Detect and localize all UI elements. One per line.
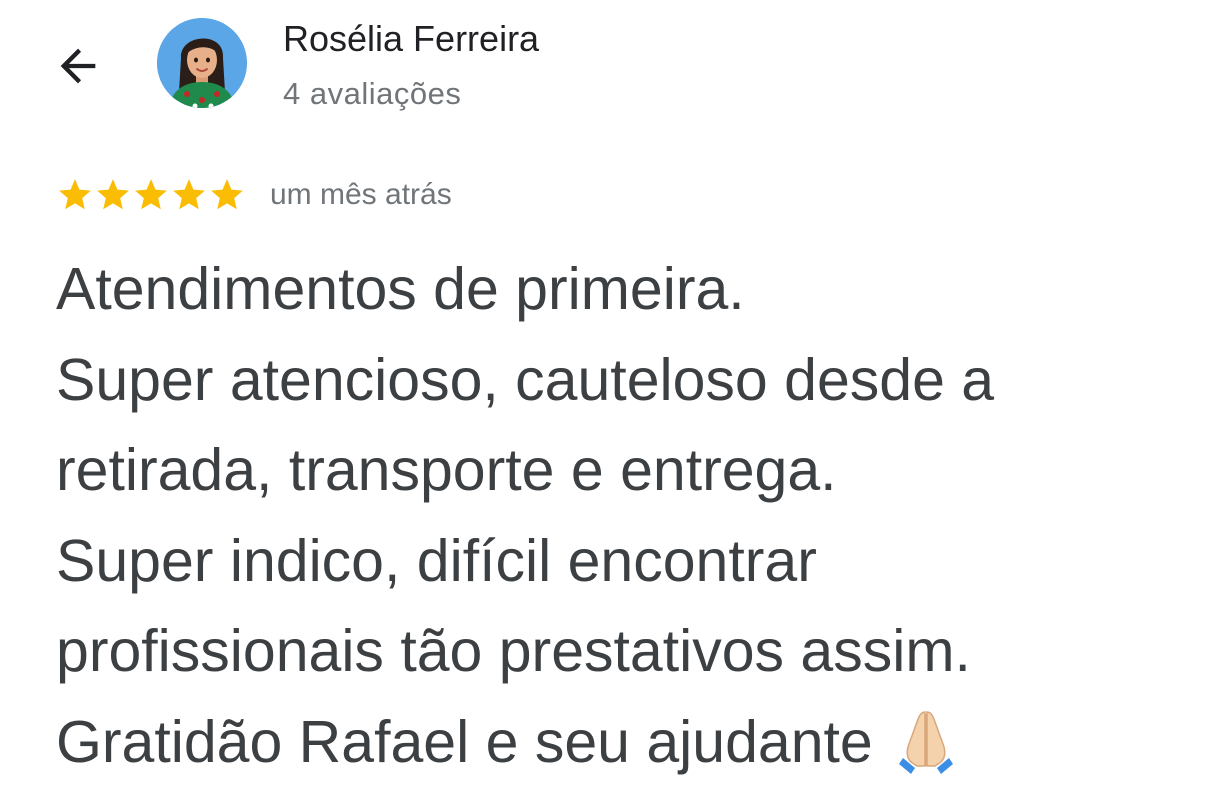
review-text-line: Super indico, difícil encontrar: [56, 527, 817, 594]
reviewer-name[interactable]: Rosélia Ferreira: [283, 18, 539, 60]
review-body: Atendimentos de primeira. Super atencios…: [56, 244, 1206, 787]
reviewer-review-count: 4 avaliações: [283, 76, 462, 111]
star-icon: [59, 179, 91, 210]
arrow-left-icon: [60, 48, 96, 84]
review-date: um mês atrás: [270, 178, 452, 211]
review-text-line: Gratidão Rafael e seu ajudante: [56, 708, 873, 775]
user-avatar-illustration: [157, 18, 247, 108]
review-text-line: retirada, transporte e entrega.: [56, 437, 837, 503]
star-icon: [173, 179, 205, 210]
star-icon: [135, 179, 167, 210]
folded-hands-emoji: [895, 708, 957, 800]
review-meta: um mês atrás: [56, 170, 452, 220]
review-text-line: profissionais tão prestativos assim.: [56, 618, 971, 684]
star-icon: [211, 179, 243, 210]
star-rating: [56, 176, 246, 214]
star-icon: [97, 179, 129, 210]
review-last-line: Gratidão Rafael e seu ajudante: [56, 697, 1206, 788]
review-text-line: Super atencioso, cauteloso desde a: [56, 346, 995, 413]
avatar[interactable]: [157, 18, 247, 108]
review-header: Rosélia Ferreira 4 avaliações: [0, 0, 1220, 140]
back-button[interactable]: [48, 36, 108, 96]
review-text-line: Atendimentos de primeira.: [56, 256, 745, 322]
